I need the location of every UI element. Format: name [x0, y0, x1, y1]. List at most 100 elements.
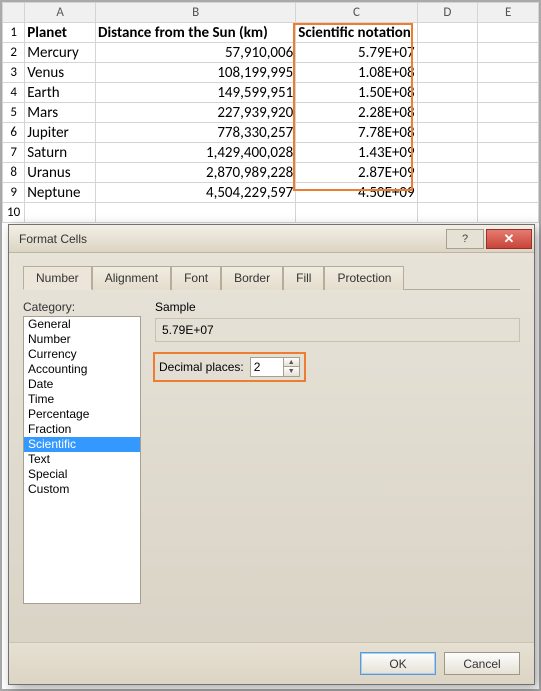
cell[interactable]: [478, 143, 539, 163]
category-item-number[interactable]: Number: [24, 332, 140, 347]
tab-border[interactable]: Border: [221, 266, 283, 290]
cell[interactable]: 2,870,989,228: [96, 163, 296, 183]
cell[interactable]: Scientific notation: [296, 23, 417, 43]
column-header-C[interactable]: C: [296, 3, 417, 23]
dialog-titlebar[interactable]: Format Cells ? ✕: [9, 225, 534, 253]
cell[interactable]: Venus: [25, 63, 96, 83]
tab-protection[interactable]: Protection: [324, 266, 404, 290]
cell[interactable]: 2.87E+09: [296, 163, 417, 183]
category-item-time[interactable]: Time: [24, 392, 140, 407]
ok-button[interactable]: OK: [360, 652, 436, 675]
cell[interactable]: Jupiter: [25, 123, 96, 143]
cell[interactable]: [417, 143, 478, 163]
dialog-tabs: NumberAlignmentFontBorderFillProtection: [23, 265, 520, 290]
cell[interactable]: [417, 43, 478, 63]
cell[interactable]: [417, 203, 478, 223]
cell[interactable]: [478, 123, 539, 143]
cell[interactable]: 5.79E+07: [296, 43, 417, 63]
cell[interactable]: [478, 103, 539, 123]
decimal-places-spinner[interactable]: ▲ ▼: [250, 357, 300, 377]
category-item-special[interactable]: Special: [24, 467, 140, 482]
corner-cell[interactable]: [3, 3, 25, 23]
cell[interactable]: [296, 203, 417, 223]
cell[interactable]: 149,599,951: [96, 83, 296, 103]
cell[interactable]: 778,330,257: [96, 123, 296, 143]
cell[interactable]: 2.28E+08: [296, 103, 417, 123]
sample-box: 5.79E+07: [155, 318, 520, 342]
category-item-currency[interactable]: Currency: [24, 347, 140, 362]
cell[interactable]: Uranus: [25, 163, 96, 183]
cell[interactable]: [417, 123, 478, 143]
row-header-5[interactable]: 5: [3, 103, 25, 123]
cell[interactable]: 1.08E+08: [296, 63, 417, 83]
column-header-A[interactable]: A: [25, 3, 96, 23]
column-header-E[interactable]: E: [478, 3, 539, 23]
sample-value: 5.79E+07: [162, 323, 214, 337]
category-item-text[interactable]: Text: [24, 452, 140, 467]
row-header-3[interactable]: 3: [3, 63, 25, 83]
category-item-custom[interactable]: Custom: [24, 482, 140, 497]
cell[interactable]: 108,199,995: [96, 63, 296, 83]
row-header-6[interactable]: 6: [3, 123, 25, 143]
decimal-places-label: Decimal places:: [159, 360, 244, 374]
cell[interactable]: 4,504,229,597: [96, 183, 296, 203]
cell[interactable]: Distance from the Sun (km): [96, 23, 296, 43]
cell[interactable]: Earth: [25, 83, 96, 103]
cell[interactable]: Mercury: [25, 43, 96, 63]
dialog-title: Format Cells: [19, 232, 446, 246]
cell[interactable]: Neptune: [25, 183, 96, 203]
tab-fill[interactable]: Fill: [283, 266, 324, 290]
cell[interactable]: 1.43E+09: [296, 143, 417, 163]
cell[interactable]: [417, 23, 478, 43]
cell[interactable]: 57,910,006: [96, 43, 296, 63]
cell[interactable]: [417, 163, 478, 183]
decimal-places-input[interactable]: [251, 358, 283, 376]
category-item-date[interactable]: Date: [24, 377, 140, 392]
cell[interactable]: [417, 63, 478, 83]
category-listbox[interactable]: GeneralNumberCurrencyAccountingDateTimeP…: [23, 316, 141, 604]
spinner-down-icon[interactable]: ▼: [284, 367, 299, 376]
cell[interactable]: 227,939,920: [96, 103, 296, 123]
category-item-fraction[interactable]: Fraction: [24, 422, 140, 437]
spreadsheet-grid[interactable]: ABCDE 1PlanetDistance from the Sun (km)S…: [2, 2, 539, 223]
tab-font[interactable]: Font: [171, 266, 221, 290]
cell[interactable]: [478, 83, 539, 103]
cell[interactable]: Planet: [25, 23, 96, 43]
row-header-7[interactable]: 7: [3, 143, 25, 163]
row-header-1[interactable]: 1: [3, 23, 25, 43]
column-header-D[interactable]: D: [417, 3, 478, 23]
cell[interactable]: [478, 43, 539, 63]
cell[interactable]: 7.78E+08: [296, 123, 417, 143]
category-item-scientific[interactable]: Scientific: [24, 437, 140, 452]
tab-alignment[interactable]: Alignment: [92, 266, 171, 290]
cell[interactable]: 1,429,400,028: [96, 143, 296, 163]
cell[interactable]: [417, 183, 478, 203]
cancel-button[interactable]: Cancel: [444, 652, 520, 675]
category-item-general[interactable]: General: [24, 317, 140, 332]
tab-number[interactable]: Number: [23, 266, 92, 290]
cell[interactable]: [478, 63, 539, 83]
close-button[interactable]: ✕: [486, 229, 532, 249]
cell[interactable]: [417, 83, 478, 103]
cell[interactable]: [478, 203, 539, 223]
cell[interactable]: Mars: [25, 103, 96, 123]
cell[interactable]: [478, 183, 539, 203]
column-header-B[interactable]: B: [96, 3, 296, 23]
row-header-4[interactable]: 4: [3, 83, 25, 103]
spinner-up-icon[interactable]: ▲: [284, 358, 299, 367]
cell[interactable]: 4.50E+09: [296, 183, 417, 203]
help-button[interactable]: ?: [446, 229, 484, 249]
category-item-accounting[interactable]: Accounting: [24, 362, 140, 377]
cell[interactable]: 1.50E+08: [296, 83, 417, 103]
cell[interactable]: [25, 203, 96, 223]
cell[interactable]: Saturn: [25, 143, 96, 163]
row-header-9[interactable]: 9: [3, 183, 25, 203]
row-header-8[interactable]: 8: [3, 163, 25, 183]
cell[interactable]: [478, 163, 539, 183]
cell[interactable]: [417, 103, 478, 123]
row-header-2[interactable]: 2: [3, 43, 25, 63]
row-header-10[interactable]: 10: [3, 203, 25, 223]
cell[interactable]: [478, 23, 539, 43]
category-item-percentage[interactable]: Percentage: [24, 407, 140, 422]
cell[interactable]: [96, 203, 296, 223]
